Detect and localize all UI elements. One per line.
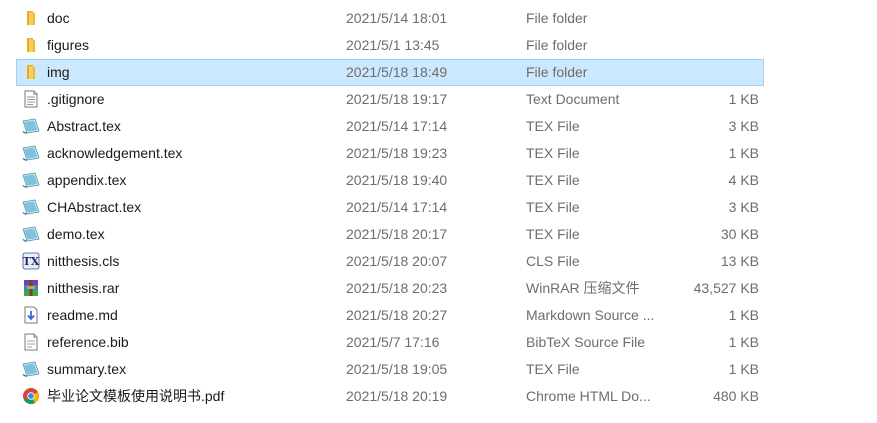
file-name: acknowledgement.tex <box>47 145 183 161</box>
folder-icon <box>22 9 40 27</box>
file-size: 43,527 KB <box>693 280 759 296</box>
file-row[interactable]: reference.bib 2021/5/7 17:16 BibTeX Source… <box>16 329 764 356</box>
file-size: 1 KB <box>728 334 759 350</box>
file-type: File folder <box>526 64 588 80</box>
folder-icon <box>22 63 40 81</box>
file-list: doc 2021/5/14 18:01 File folder figures 2021… <box>16 5 764 410</box>
file-row[interactable]: img 2021/5/18 18:49 File folder <box>16 59 764 86</box>
file-date-modified: 2021/5/18 20:23 <box>346 280 448 296</box>
file-size: 4 KB <box>728 172 759 188</box>
file-type: File folder <box>526 37 588 53</box>
file-size: 13 KB <box>720 253 759 269</box>
file-row[interactable]: .gitignore 2021/5/18 19:17 Text Document 1 … <box>16 86 764 113</box>
tex-file-icon <box>22 171 40 189</box>
file-date-modified: 2021/5/18 20:17 <box>346 226 448 242</box>
file-row[interactable]: CHAbstract.tex 2021/5/14 17:14 TEX File 3 K… <box>16 194 764 221</box>
file-date-modified: 2021/5/18 19:17 <box>346 91 448 107</box>
file-row[interactable]: acknowledgement.tex 2021/5/18 19:23 TEX Fi… <box>16 140 764 167</box>
file-size: 3 KB <box>728 199 759 215</box>
file-row[interactable]: appendix.tex 2021/5/18 19:40 TEX File 4 KB <box>16 167 764 194</box>
file-name: reference.bib <box>47 334 129 350</box>
file-date-modified: 2021/5/18 19:23 <box>346 145 448 161</box>
tex-file-icon <box>22 144 40 162</box>
file-row[interactable]: demo.tex 2021/5/18 20:17 TEX File 30 KB <box>16 221 764 248</box>
file-type: Chrome HTML Do... <box>526 388 651 404</box>
file-date-modified: 2021/5/18 20:27 <box>346 307 448 323</box>
file-name: demo.tex <box>47 226 105 242</box>
markdown-file-icon <box>22 306 40 324</box>
text-document-icon <box>22 90 40 108</box>
file-size: 1 KB <box>728 361 759 377</box>
file-name: img <box>47 64 70 80</box>
file-date-modified: 2021/5/18 19:40 <box>346 172 448 188</box>
file-type: CLS File <box>526 253 580 269</box>
winrar-archive-icon <box>22 279 40 297</box>
file-size: 1 KB <box>728 307 759 323</box>
file-row[interactable]: TX nitthesis.cls 2021/5/18 20:07 CLS File 13… <box>16 248 764 275</box>
file-date-modified: 2021/5/14 18:01 <box>346 10 448 26</box>
file-date-modified: 2021/5/18 20:07 <box>346 253 448 269</box>
bibtex-file-icon <box>22 333 40 351</box>
file-type: TEX File <box>526 361 580 377</box>
file-row[interactable]: Abstract.tex 2021/5/14 17:14 TEX File 3 KB <box>16 113 764 140</box>
file-date-modified: 2021/5/14 17:14 <box>346 199 448 215</box>
file-row[interactable]: readme.md 2021/5/18 20:27 Markdown Source … <box>16 302 764 329</box>
file-name: readme.md <box>47 307 118 323</box>
file-row[interactable]: 毕业论文模板使用说明书.pdf 2021/5/18 20:19 Chrome HTM… <box>16 383 764 410</box>
file-row[interactable]: summary.tex 2021/5/18 19:05 TEX File 1 KB <box>16 356 764 383</box>
file-name: 毕业论文模板使用说明书.pdf <box>47 388 225 404</box>
file-type: Text Document <box>526 91 620 107</box>
file-name: nitthesis.cls <box>47 253 120 269</box>
file-type: TEX File <box>526 145 580 161</box>
file-type: Markdown Source ... <box>526 307 655 323</box>
file-size: 1 KB <box>728 91 759 107</box>
file-date-modified: 2021/5/18 19:05 <box>346 361 448 377</box>
file-type: WinRAR 压缩文件 <box>526 280 640 296</box>
file-date-modified: 2021/5/14 17:14 <box>346 118 448 134</box>
tex-file-icon <box>22 225 40 243</box>
file-name: nitthesis.rar <box>47 280 120 296</box>
file-size: 30 KB <box>720 226 759 242</box>
file-name: CHAbstract.tex <box>47 199 142 215</box>
file-date-modified: 2021/5/18 20:19 <box>346 388 448 404</box>
file-type: BibTeX Source File <box>526 334 646 350</box>
chrome-pdf-icon <box>22 387 40 405</box>
file-type: TEX File <box>526 172 580 188</box>
file-name: summary.tex <box>47 361 127 377</box>
file-name: figures <box>47 37 90 53</box>
tex-file-icon <box>22 198 40 216</box>
file-name: doc <box>47 10 70 26</box>
file-name: .gitignore <box>47 91 105 107</box>
folder-icon <box>22 36 40 54</box>
file-type: File folder <box>526 10 588 26</box>
file-name: appendix.tex <box>47 172 127 188</box>
file-type: TEX File <box>526 226 580 242</box>
svg-text:TX: TX <box>23 255 40 268</box>
file-date-modified: 2021/5/18 18:49 <box>346 64 448 80</box>
file-size: 480 KB <box>713 388 759 404</box>
file-row[interactable]: doc 2021/5/14 18:01 File folder <box>16 5 764 32</box>
file-date-modified: 2021/5/7 17:16 <box>346 334 440 350</box>
tex-file-icon <box>22 117 40 135</box>
file-name: Abstract.tex <box>47 118 121 134</box>
tex-file-icon <box>22 360 40 378</box>
file-type: TEX File <box>526 118 580 134</box>
file-size: 1 KB <box>728 145 759 161</box>
file-date-modified: 2021/5/1 13:45 <box>346 37 440 53</box>
file-row[interactable]: nitthesis.rar 2021/5/18 20:23 WinRAR 压缩文件 4… <box>16 275 764 302</box>
file-type: TEX File <box>526 199 580 215</box>
file-row[interactable]: figures 2021/5/1 13:45 File folder <box>16 32 764 59</box>
cls-file-icon: TX <box>22 252 40 270</box>
file-size: 3 KB <box>728 118 759 134</box>
